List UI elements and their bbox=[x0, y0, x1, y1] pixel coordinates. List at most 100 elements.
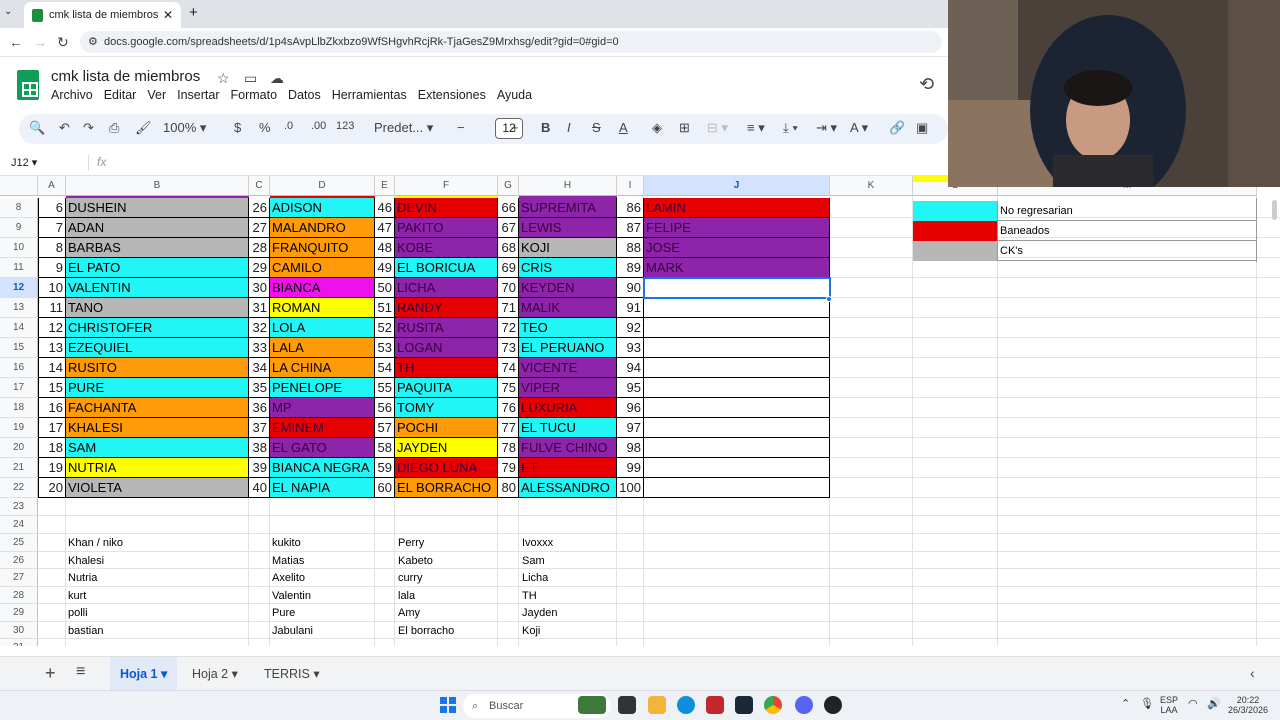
search-menus-icon[interactable]: 🔍 bbox=[29, 120, 45, 136]
menu-editar[interactable]: Editar bbox=[104, 88, 137, 102]
vertical-scrollbar[interactable] bbox=[1272, 200, 1277, 220]
member-name[interactable]: LOGAN bbox=[395, 338, 498, 358]
member-number[interactable]: 58 bbox=[375, 438, 395, 458]
member-number[interactable]: 98 bbox=[617, 438, 644, 458]
member-name[interactable]: CRIS bbox=[519, 258, 617, 278]
sheet-tab-hoja2[interactable]: Hoja 2 ▾ bbox=[182, 657, 248, 691]
row-header-17[interactable]: 17 bbox=[0, 378, 38, 398]
menu-herramientas[interactable]: Herramientas bbox=[332, 88, 407, 102]
decrease-decimals-button[interactable]: .0 bbox=[284, 120, 293, 132]
member-name[interactable]: BIANCA NEGRA bbox=[270, 458, 375, 478]
browser-tab[interactable]: cmk lista de miembros - Hojas ✕ bbox=[24, 2, 181, 28]
member-name[interactable]: TH bbox=[395, 358, 498, 378]
member-name[interactable]: POCHI bbox=[395, 418, 498, 438]
member-number[interactable]: 20 bbox=[38, 478, 66, 498]
paint-format-icon[interactable]: 🖌 bbox=[135, 120, 152, 136]
member-name[interactable]: KOJI bbox=[519, 238, 617, 258]
member-name[interactable]: ADISON bbox=[270, 198, 375, 218]
italic-icon[interactable]: I bbox=[567, 120, 571, 135]
member-name[interactable]: EZEQUIEL bbox=[66, 338, 249, 358]
member-number[interactable]: 70 bbox=[498, 278, 519, 298]
task-view-icon[interactable] bbox=[618, 696, 636, 714]
print-icon[interactable]: ⎙ bbox=[109, 120, 119, 136]
list-entry[interactable]: kurt bbox=[68, 590, 86, 602]
member-number[interactable]: 94 bbox=[617, 358, 644, 378]
steam-icon[interactable] bbox=[735, 696, 753, 714]
insert-comment-icon[interactable]: ▣ bbox=[916, 120, 928, 136]
back-arrow-icon[interactable]: ← bbox=[9, 34, 23, 50]
sheet-tab-hoja1[interactable]: Hoja 1 ▾ bbox=[110, 657, 178, 691]
row-header-10[interactable]: 10 bbox=[0, 238, 38, 258]
close-tab-icon[interactable]: ✕ bbox=[161, 8, 175, 22]
row-header-26[interactable]: 26 bbox=[0, 551, 38, 569]
member-name[interactable]: VIPER bbox=[519, 378, 617, 398]
member-number[interactable]: 46 bbox=[375, 198, 395, 218]
row-header-15[interactable]: 15 bbox=[0, 338, 38, 358]
collapse-panel-icon[interactable]: ‹ bbox=[1250, 665, 1255, 681]
member-number[interactable]: 55 bbox=[375, 378, 395, 398]
member-name[interactable]: FACHANTA bbox=[66, 398, 249, 418]
member-name[interactable]: EL TUCU bbox=[519, 418, 617, 438]
member-name[interactable]: DEVIN bbox=[395, 198, 498, 218]
menu-insertar[interactable]: Insertar bbox=[177, 88, 219, 102]
member-name[interactable]: MALANDRO bbox=[270, 218, 375, 238]
microphone-icon[interactable]: 🎙 bbox=[1140, 699, 1154, 710]
discord-icon[interactable] bbox=[795, 696, 813, 714]
list-entry[interactable]: kukito bbox=[272, 537, 301, 549]
member-number[interactable]: 50 bbox=[375, 278, 395, 298]
borders-icon[interactable]: ⊞ bbox=[679, 120, 690, 136]
insert-link-icon[interactable]: 🔗 bbox=[889, 120, 905, 136]
member-number[interactable]: 88 bbox=[617, 238, 644, 258]
member-number[interactable]: 49 bbox=[375, 258, 395, 278]
member-name[interactable]: DUSHEIN bbox=[66, 198, 249, 218]
member-name[interactable]: ADAN bbox=[66, 218, 249, 238]
member-name[interactable]: TANO bbox=[66, 298, 249, 318]
member-number[interactable]: 47 bbox=[375, 218, 395, 238]
row-header-20[interactable]: 20 bbox=[0, 438, 38, 458]
member-name[interactable] bbox=[644, 318, 830, 338]
sheet-tab-terris[interactable]: TERRIS ▾ bbox=[254, 657, 330, 691]
forward-arrow-icon[interactable]: → bbox=[33, 34, 47, 50]
menu-ayuda[interactable]: Ayuda bbox=[497, 88, 532, 102]
member-number[interactable]: 93 bbox=[617, 338, 644, 358]
member-name[interactable]: DIEGO LUNA bbox=[395, 458, 498, 478]
member-number[interactable]: 79 bbox=[498, 458, 519, 478]
strikethrough-icon[interactable]: S bbox=[592, 120, 601, 135]
member-name[interactable]: EL BORRACHO bbox=[395, 478, 498, 498]
member-name[interactable]: PAQUITA bbox=[395, 378, 498, 398]
member-name[interactable] bbox=[644, 298, 830, 318]
row-header-16[interactable]: 16 bbox=[0, 358, 38, 378]
list-entry[interactable]: lala bbox=[398, 590, 415, 602]
member-number[interactable]: 28 bbox=[249, 238, 270, 258]
row-header-13[interactable]: 13 bbox=[0, 298, 38, 318]
menu-ver[interactable]: Ver bbox=[147, 88, 166, 102]
member-name[interactable]: LA CHINA bbox=[270, 358, 375, 378]
member-number[interactable]: 19 bbox=[38, 458, 66, 478]
column-header-d[interactable]: D bbox=[270, 176, 375, 196]
member-number[interactable]: 17 bbox=[38, 418, 66, 438]
increase-font-size-icon[interactable]: + bbox=[511, 120, 519, 135]
row-header-24[interactable]: 24 bbox=[0, 516, 38, 534]
member-name[interactable]: BARBAS bbox=[66, 238, 249, 258]
member-name[interactable]: EL BORICUA bbox=[395, 258, 498, 278]
column-header-h[interactable]: H bbox=[519, 176, 617, 196]
row-header-30[interactable]: 30 bbox=[0, 621, 38, 639]
member-name[interactable] bbox=[644, 398, 830, 418]
move-folder-icon[interactable]: ▭ bbox=[244, 70, 257, 87]
document-title[interactable]: cmk lista de miembros bbox=[51, 68, 200, 85]
list-entry[interactable]: polli bbox=[68, 607, 88, 619]
member-name[interactable]: PENELOPE bbox=[270, 378, 375, 398]
member-number[interactable]: 76 bbox=[498, 398, 519, 418]
member-name[interactable]: FULVE CHINO bbox=[519, 438, 617, 458]
member-number[interactable]: 74 bbox=[498, 358, 519, 378]
row-header-18[interactable]: 18 bbox=[0, 398, 38, 418]
member-number[interactable]: 7 bbox=[38, 218, 66, 238]
column-header-e[interactable]: E bbox=[375, 176, 395, 196]
menu-archivo[interactable]: Archivo bbox=[51, 88, 93, 102]
redo-icon[interactable]: ↷ bbox=[83, 120, 94, 136]
bold-icon[interactable]: B bbox=[541, 120, 550, 135]
member-name[interactable]: KHALESI bbox=[66, 418, 249, 438]
row-header-23[interactable]: 23 bbox=[0, 498, 38, 516]
member-number[interactable]: 66 bbox=[498, 198, 519, 218]
member-number[interactable]: 77 bbox=[498, 418, 519, 438]
